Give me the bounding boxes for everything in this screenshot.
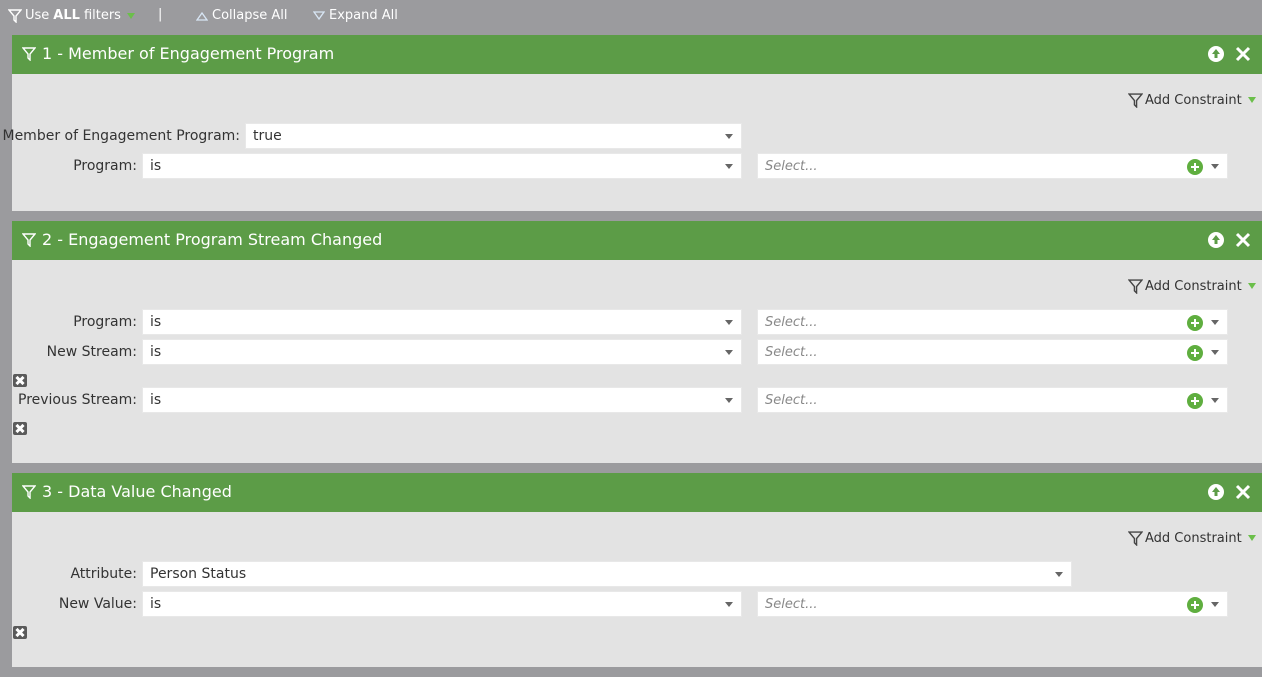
funnel-icon — [22, 233, 36, 247]
value-select[interactable]: Select... — [757, 387, 1228, 413]
move-up-icon[interactable] — [1207, 45, 1225, 63]
value-select[interactable]: Select... — [757, 339, 1228, 365]
operator-select[interactable]: is — [142, 387, 742, 413]
collapse-all-label: Collapse All — [212, 8, 288, 23]
operator-value: is — [150, 158, 162, 174]
add-value-icon[interactable] — [1187, 315, 1203, 331]
delete-constraint-icon[interactable] — [13, 422, 27, 435]
constraint-label: New Value: — [58, 596, 137, 612]
chevron-down-icon — [1247, 535, 1256, 541]
add-constraint-button[interactable]: Add Constraint — [1128, 90, 1256, 110]
expand-all-label: Expand All — [329, 8, 398, 23]
add-value-icon[interactable] — [1187, 159, 1203, 175]
chevron-down-icon — [725, 398, 733, 403]
add-constraint-label: Add Constraint — [1145, 530, 1242, 546]
filter-title: 3 - Data Value Changed — [42, 482, 232, 501]
operator-value: true — [253, 128, 282, 144]
operator-select[interactable]: true — [245, 123, 742, 149]
toolbar-separator: | — [158, 7, 163, 22]
close-icon[interactable] — [1234, 45, 1252, 63]
chevron-down-icon — [1211, 320, 1219, 325]
add-constraint-label: Add Constraint — [1145, 278, 1242, 294]
chevron-down-icon — [725, 134, 733, 139]
operator-value: is — [150, 344, 162, 360]
constraint-label: Attribute: — [70, 566, 137, 582]
add-constraint-button[interactable]: Add Constraint — [1128, 276, 1256, 296]
use-all-prefix: Use — [25, 8, 50, 23]
chevron-down-icon — [1247, 97, 1256, 103]
funnel-icon — [1128, 278, 1143, 294]
chevron-down-icon — [1211, 602, 1219, 607]
chevron-down-icon — [126, 12, 135, 19]
value-placeholder: Select... — [765, 158, 818, 174]
expand-triangle-icon — [313, 10, 325, 20]
chevron-down-icon — [1211, 164, 1219, 169]
filter-panel-header: 3 - Data Value Changed — [12, 473, 1262, 512]
operator-select[interactable]: is — [142, 153, 742, 179]
filter-panel-header: 2 - Engagement Program Stream Changed — [12, 221, 1262, 260]
operator-value: is — [150, 596, 162, 612]
chevron-down-icon — [725, 164, 733, 169]
move-up-icon[interactable] — [1207, 483, 1225, 501]
funnel-icon — [8, 8, 22, 23]
value-placeholder: Select... — [765, 596, 818, 612]
filter-title: 2 - Engagement Program Stream Changed — [42, 230, 383, 249]
expand-all-button[interactable]: Expand All — [313, 0, 398, 31]
filter-panel-2: 2 - Engagement Program Stream Changed Ad… — [12, 221, 1262, 463]
add-constraint-label: Add Constraint — [1145, 92, 1242, 108]
funnel-icon — [1128, 92, 1143, 108]
add-value-icon[interactable] — [1187, 597, 1203, 613]
funnel-icon — [22, 47, 36, 61]
funnel-icon — [1128, 530, 1143, 546]
operator-select[interactable]: is — [142, 339, 742, 365]
delete-constraint-icon[interactable] — [13, 374, 27, 387]
value-select[interactable]: Select... — [757, 153, 1228, 179]
use-all-filters-dropdown[interactable]: Use ALL filters — [8, 0, 135, 31]
filter-panel-3: 3 - Data Value Changed Add Constraint At… — [12, 473, 1262, 667]
constraint-label: Program: — [73, 314, 137, 330]
collapse-triangle-icon — [196, 11, 208, 21]
chevron-down-icon — [725, 602, 733, 607]
move-up-icon[interactable] — [1207, 231, 1225, 249]
constraint-label: Member of Engagement Program: — [2, 128, 240, 144]
attribute-select[interactable]: Person Status — [142, 561, 1072, 587]
filter-toolbar: Use ALL filters | Collapse All Expand Al… — [0, 0, 1262, 33]
operator-select[interactable]: is — [142, 591, 742, 617]
constraint-label: New Stream: — [46, 344, 137, 360]
value-placeholder: Select... — [765, 392, 818, 408]
chevron-down-icon — [725, 350, 733, 355]
operator-value: is — [150, 314, 162, 330]
add-value-icon[interactable] — [1187, 345, 1203, 361]
delete-constraint-icon[interactable] — [13, 626, 27, 639]
chevron-down-icon — [1211, 350, 1219, 355]
value-select[interactable]: Select... — [757, 309, 1228, 335]
value-select[interactable]: Select... — [757, 591, 1228, 617]
operator-value: is — [150, 392, 162, 408]
filter-panel-header: 1 - Member of Engagement Program — [12, 35, 1262, 74]
chevron-down-icon — [1211, 398, 1219, 403]
close-icon[interactable] — [1234, 483, 1252, 501]
filter-title: 1 - Member of Engagement Program — [42, 44, 335, 63]
value-placeholder: Select... — [765, 344, 818, 360]
use-all-suffix: filters — [83, 8, 121, 23]
add-value-icon[interactable] — [1187, 393, 1203, 409]
value-placeholder: Select... — [765, 314, 818, 330]
attribute-value: Person Status — [150, 566, 247, 582]
filter-panel-1: 1 - Member of Engagement Program Add Con… — [2, 35, 1262, 211]
collapse-all-button[interactable]: Collapse All — [196, 0, 288, 31]
close-icon[interactable] — [1234, 231, 1252, 249]
use-all-bold: ALL — [53, 8, 80, 23]
constraint-label: Program: — [73, 158, 137, 174]
funnel-icon — [22, 485, 36, 499]
operator-select[interactable]: is — [142, 309, 742, 335]
add-constraint-button[interactable]: Add Constraint — [1128, 528, 1256, 548]
chevron-down-icon — [1055, 572, 1063, 577]
constraint-label: Previous Stream: — [18, 392, 137, 408]
chevron-down-icon — [1247, 283, 1256, 289]
chevron-down-icon — [725, 320, 733, 325]
